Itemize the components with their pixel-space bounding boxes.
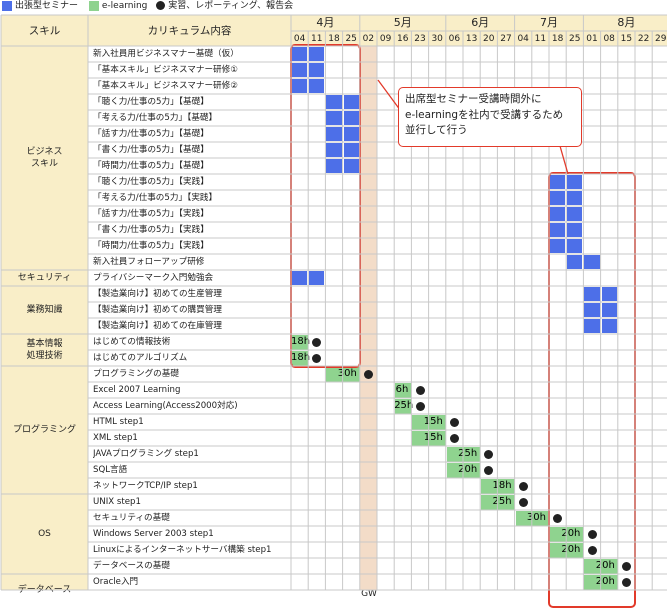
grid-line bbox=[559, 145, 569, 175]
callout-note: 出席型セミナー受講時間外に e-learningを社内で受講するため 並行して行… bbox=[398, 87, 582, 147]
